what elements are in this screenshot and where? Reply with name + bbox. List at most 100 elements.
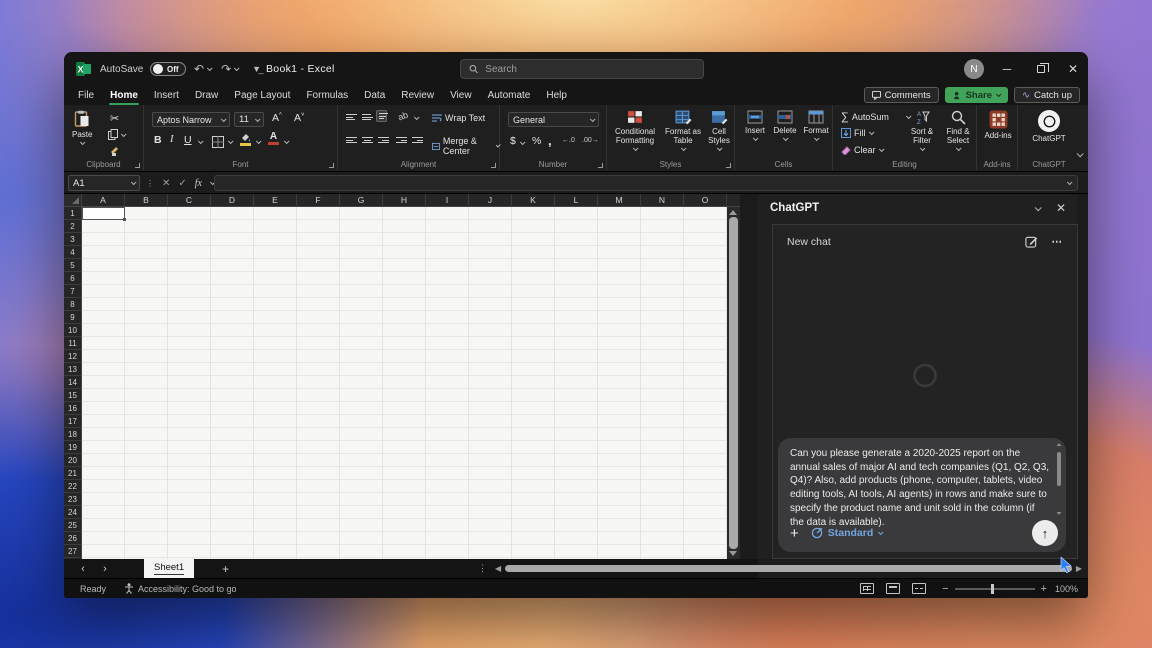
chat-input-bubble[interactable]: Can you please generate a 2020-2025 repo…	[778, 438, 1066, 552]
column-header[interactable]: L	[555, 194, 598, 206]
pane-splitter-icon[interactable]: ⋮	[478, 563, 487, 574]
percent-button[interactable]: %	[532, 135, 541, 147]
name-box[interactable]: A1	[68, 175, 140, 191]
decrease-font-button[interactable]: A˅	[294, 112, 305, 124]
catch-up-button[interactable]: ∿Catch up	[1014, 87, 1080, 103]
bottom-align-icon[interactable]	[376, 110, 387, 122]
search-input[interactable]	[485, 64, 695, 75]
align-left-icon[interactable]	[346, 137, 357, 143]
send-button[interactable]: ↑	[1032, 520, 1058, 546]
customize-quick-access-icon[interactable]: ▼̲	[252, 64, 261, 74]
normal-view-button[interactable]	[860, 583, 874, 594]
row-header[interactable]: 17	[64, 415, 81, 428]
row-header[interactable]: 13	[64, 363, 81, 376]
chat-input-scrollbar[interactable]	[1057, 446, 1061, 512]
vertical-scrollbar[interactable]	[727, 207, 740, 559]
sheet-grid[interactable]: ABCDEFGHIJKLMNO 123456789101112131415161…	[64, 194, 740, 559]
row-header[interactable]: 22	[64, 480, 81, 493]
minimize-button[interactable]: ─	[992, 52, 1022, 86]
middle-align-icon[interactable]	[362, 114, 373, 120]
row-header[interactable]: 5	[64, 259, 81, 272]
number-dialog-launcher[interactable]	[598, 163, 603, 168]
row-header[interactable]: 2	[64, 220, 81, 233]
column-header[interactable]: M	[598, 194, 641, 206]
underline-chevron-icon[interactable]	[198, 138, 204, 144]
font-color-button[interactable]: A	[268, 132, 279, 145]
font-dialog-launcher[interactable]	[329, 163, 334, 168]
zoom-level[interactable]: 100%	[1055, 584, 1078, 594]
increase-font-button[interactable]: A^	[272, 112, 282, 124]
copy-button[interactable]	[108, 129, 125, 140]
alignment-dialog-launcher[interactable]	[491, 163, 496, 168]
maximize-button[interactable]	[1026, 52, 1056, 86]
column-header[interactable]: E	[254, 194, 297, 206]
font-color-chevron-icon[interactable]	[284, 138, 290, 144]
column-header[interactable]: J	[469, 194, 512, 206]
underline-button[interactable]: U	[184, 134, 192, 146]
bold-button[interactable]: B	[154, 134, 162, 146]
orientation-chevron-icon[interactable]	[414, 114, 420, 120]
align-right-icon[interactable]	[378, 137, 389, 143]
prev-sheet-icon[interactable]: ‹	[72, 563, 94, 575]
top-align-icon[interactable]	[346, 114, 357, 120]
attach-plus-button[interactable]: +	[790, 525, 799, 542]
vertical-scroll-thumb[interactable]	[729, 217, 738, 549]
fill-color-chevron-icon[interactable]	[256, 138, 262, 144]
column-header[interactable]: F	[297, 194, 340, 206]
row-header[interactable]: 4	[64, 246, 81, 259]
conditional-formatting-button[interactable]: Conditional Formatting	[611, 110, 659, 151]
row-header[interactable]: 12	[64, 350, 81, 363]
cancel-entry-icon[interactable]: ✕	[162, 178, 170, 189]
row-header[interactable]: 10	[64, 324, 81, 337]
insert-cells-button[interactable]: Insert	[741, 110, 769, 141]
add-sheet-button[interactable]: +	[222, 562, 229, 576]
column-header[interactable]: G	[340, 194, 383, 206]
tab-draw[interactable]: Draw	[187, 86, 226, 105]
zoom-slider[interactable]	[955, 588, 1035, 590]
scroll-right-icon[interactable]: ▶	[1076, 564, 1082, 573]
tab-view[interactable]: View	[442, 86, 480, 105]
compose-icon[interactable]	[1025, 235, 1038, 248]
undo-chevron-icon[interactable]	[207, 65, 213, 71]
sort-filter-button[interactable]: AZ Sort & Filter	[905, 110, 939, 151]
column-header[interactable]: B	[125, 194, 168, 206]
chat-input[interactable]: Can you please generate a 2020-2025 repo…	[790, 447, 1050, 529]
tab-formulas[interactable]: Formulas	[298, 86, 356, 105]
orientation-icon[interactable]: ab	[397, 110, 410, 123]
decrease-indent-icon[interactable]	[396, 137, 407, 143]
page-layout-view-button[interactable]	[886, 583, 900, 594]
borders-icon[interactable]	[212, 136, 224, 148]
model-selector[interactable]: Standard	[811, 527, 883, 539]
comma-style-button[interactable]: ,	[548, 133, 552, 148]
format-cells-button[interactable]: Format	[801, 110, 831, 141]
tab-page-layout[interactable]: Page Layout	[226, 86, 298, 105]
undo-button[interactable]: ↶	[194, 62, 204, 76]
row-header[interactable]: 9	[64, 311, 81, 324]
delete-cells-button[interactable]: Delete	[771, 110, 799, 141]
panel-collapse-icon[interactable]	[1035, 204, 1042, 211]
formula-input[interactable]	[214, 175, 1078, 191]
merge-center-button[interactable]: Merge & Center	[432, 136, 499, 156]
tab-insert[interactable]: Insert	[146, 86, 187, 105]
row-header[interactable]: 16	[64, 402, 81, 415]
cell-styles-button[interactable]: Cell Styles	[705, 110, 733, 151]
currency-chevron-icon[interactable]	[520, 139, 526, 145]
column-header[interactable]: C	[168, 194, 211, 206]
avatar[interactable]: N	[964, 59, 984, 79]
row-header[interactable]: 15	[64, 389, 81, 402]
selected-cell-a1[interactable]	[82, 207, 125, 220]
autosum-button[interactable]: ∑AutoSum	[841, 111, 910, 123]
column-header[interactable]: H	[383, 194, 426, 206]
decrease-decimal-button[interactable]: .00→	[582, 137, 599, 144]
styles-dialog-launcher[interactable]	[726, 163, 731, 168]
row-header[interactable]: 25	[64, 519, 81, 532]
tab-help[interactable]: Help	[538, 86, 575, 105]
font-family-select[interactable]: Aptos Narrow	[152, 112, 230, 127]
select-all-corner[interactable]	[64, 194, 82, 207]
row-header[interactable]: 24	[64, 506, 81, 519]
addins-button[interactable]: Add-ins	[980, 110, 1016, 140]
row-header[interactable]: 27	[64, 545, 81, 558]
tab-automate[interactable]: Automate	[480, 86, 539, 105]
panel-close-icon[interactable]: ✕	[1056, 201, 1066, 215]
font-size-select[interactable]: 11	[234, 112, 264, 127]
